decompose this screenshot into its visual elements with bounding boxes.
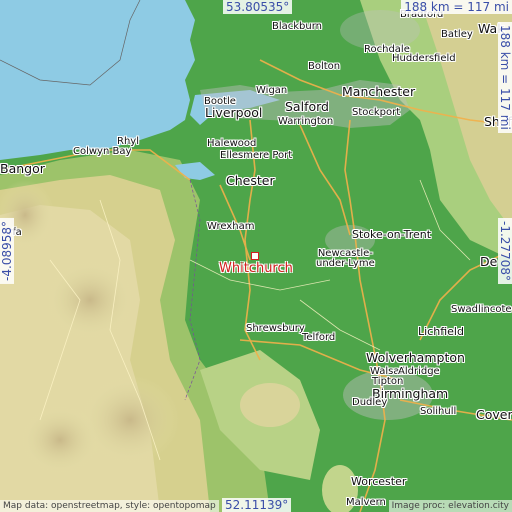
city-label-aldridge: Aldridge bbox=[398, 366, 440, 377]
city-label-bootle: Bootle bbox=[204, 96, 236, 107]
city-label-wigan: Wigan bbox=[256, 85, 288, 96]
city-label-stockport: Stockport bbox=[352, 107, 401, 118]
city-label-lichfield: Lichfield bbox=[418, 325, 464, 338]
city-label-solihull: Solihull bbox=[420, 406, 457, 417]
city-label-manchester: Manchester bbox=[342, 84, 416, 99]
city-label-worcester: Worcester bbox=[351, 475, 407, 488]
city-label-wrexham: Wrexham bbox=[207, 221, 255, 232]
map-view[interactable]: Whitchurch Liverpool Manchester Salford … bbox=[0, 0, 512, 512]
top-latitude-label: 53.80535° bbox=[223, 0, 293, 14]
city-label-colwyn: Colwyn Bay bbox=[73, 146, 132, 157]
city-label-blackburn: Blackburn bbox=[272, 21, 323, 32]
city-label-bangor: Bangor bbox=[0, 161, 45, 176]
city-label-swadlincote: Swadlincote bbox=[451, 304, 512, 315]
city-label-ellesmere: Ellesmere Port bbox=[220, 150, 293, 161]
bottom-latitude-label: 52.11139° bbox=[222, 498, 292, 512]
right-longitude-label: -1.27708° bbox=[498, 218, 512, 284]
city-label-liverpool: Liverpool bbox=[205, 105, 263, 120]
city-label-wolverhampton: Wolverhampton bbox=[366, 350, 465, 365]
vertical-scale-label: 188 km = 117 mi bbox=[498, 22, 512, 133]
city-label-bolton: Bolton bbox=[308, 61, 341, 72]
city-label-salford: Salford bbox=[285, 99, 329, 114]
city-label-shrewsbury: Shrewsbury bbox=[246, 323, 305, 334]
city-label-dudley: Dudley bbox=[352, 397, 388, 408]
city-label-de: De bbox=[480, 254, 498, 269]
city-label-stoke: Stoke-on-Trent bbox=[352, 228, 432, 241]
city-label-rhyl: Rhyl bbox=[117, 136, 139, 147]
city-label-huddersfield: Huddersfield bbox=[392, 53, 456, 64]
horizontal-scale-label: 188 km = 117 mi bbox=[401, 0, 512, 14]
city-label-coven: Coven bbox=[476, 407, 512, 422]
city-label-tipton: Tipton bbox=[372, 376, 404, 387]
city-label-telford: Telford bbox=[302, 332, 336, 343]
attribution-right: Image proc: elevation.city bbox=[388, 500, 512, 512]
city-label-batley: Batley bbox=[441, 29, 473, 40]
left-longitude-label: -4.08958° bbox=[0, 218, 14, 284]
city-label-warrington: Warrington bbox=[278, 116, 334, 127]
city-label-chester: Chester bbox=[226, 173, 275, 188]
attribution-left: Map data: openstreetmap, style: opentopo… bbox=[0, 500, 219, 512]
focus-place-label[interactable]: Whitchurch bbox=[219, 262, 293, 275]
city-label-newcastle: Newcastle- under-Lyme bbox=[316, 248, 375, 269]
location-marker[interactable] bbox=[251, 252, 259, 260]
city-label-halewood: Halewood bbox=[207, 138, 257, 149]
city-label-malvern: Malvern bbox=[346, 497, 386, 508]
